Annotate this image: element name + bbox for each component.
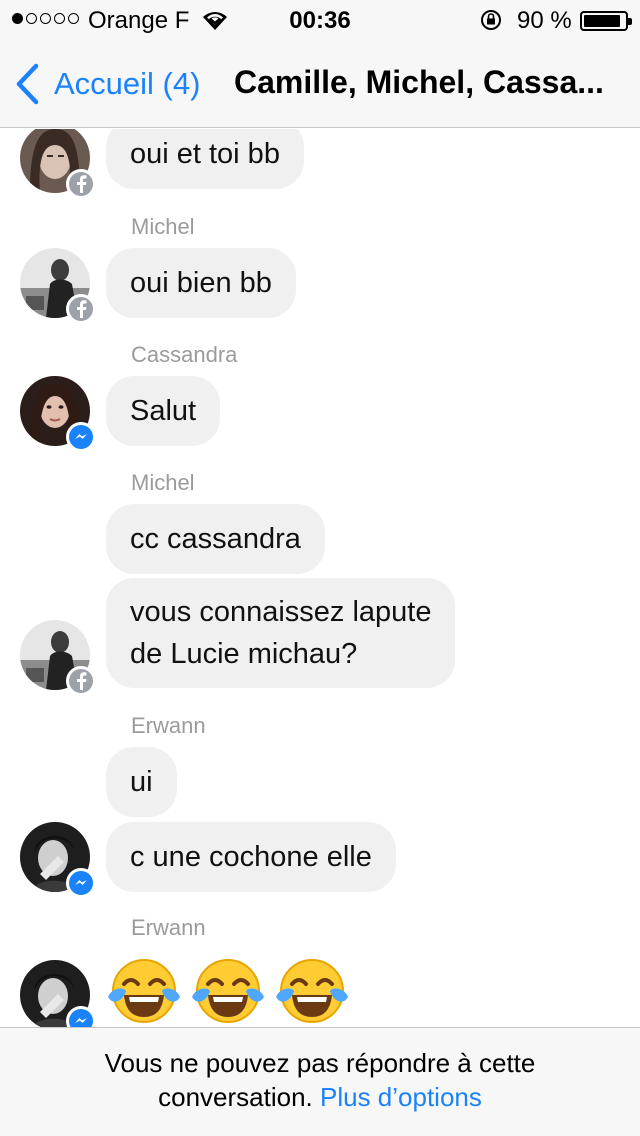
status-bar: Orange F 00:36 90 %	[0, 0, 640, 40]
battery-icon	[580, 11, 632, 31]
messenger-badge-icon	[66, 422, 96, 452]
back-button[interactable]: Accueil (4)	[14, 62, 200, 106]
footer-text-line2-prefix: conversation.	[158, 1082, 313, 1112]
sender-name: Michel	[131, 214, 195, 239]
message-bubble[interactable]: c une cochone elle	[106, 822, 396, 892]
message-bubble[interactable]: oui bien bb	[106, 248, 296, 318]
avatar-erwann[interactable]	[20, 822, 96, 898]
rotation-lock-icon	[481, 10, 501, 30]
avatar-michel[interactable]	[20, 248, 96, 324]
chevron-left-icon	[16, 63, 39, 105]
avatar-cassandra[interactable]	[20, 376, 96, 452]
battery-percentage: 90 %	[517, 7, 572, 34]
avatar-erwann[interactable]	[20, 960, 96, 1027]
sender-name: Erwann	[131, 713, 206, 738]
message-text: c une cochone elle	[130, 840, 372, 873]
message-text: Salut	[130, 394, 197, 427]
reply-disabled-footer: Vous ne pouvez pas répondre à cette conv…	[0, 1027, 640, 1136]
facebook-badge-icon	[66, 169, 96, 199]
tears-of-joy-emoji-icon	[188, 951, 268, 1027]
message-text: cc cassandra	[130, 522, 301, 555]
message-list[interactable]: oui et toi bb Michel oui bien bb Cassand…	[0, 129, 640, 1027]
tears-of-joy-emoji-icon	[104, 951, 184, 1027]
back-label: Accueil (4)	[54, 66, 201, 101]
avatar-michel[interactable]	[20, 620, 96, 696]
avatar-camille[interactable]	[20, 129, 96, 199]
message-bubble[interactable]: oui et toi bb	[106, 129, 304, 189]
footer-text-line1: Vous ne pouvez pas répondre à cette	[104, 1048, 536, 1078]
tears-of-joy-emoji-icon	[272, 951, 352, 1027]
sender-name: Michel	[131, 470, 195, 495]
message-text: ui	[130, 765, 153, 798]
navigation-bar: Accueil (4) Camille, Michel, Cassa...	[0, 40, 640, 128]
sender-name: Cassandra	[131, 342, 238, 367]
footer-text-line2: conversation. Plus d’options	[0, 1080, 640, 1114]
message-bubble[interactable]: Salut	[106, 376, 221, 446]
messenger-badge-icon	[66, 1006, 96, 1027]
facebook-badge-icon	[66, 666, 96, 696]
message-bubble[interactable]: ui	[106, 747, 177, 817]
message-text: oui bien bb	[130, 266, 272, 299]
conversation-title[interactable]: Camille, Michel, Cassa...	[234, 64, 630, 101]
message-bubble[interactable]: cc cassandra	[106, 504, 325, 574]
message-text-line: vous connaissez lapute	[130, 596, 432, 628]
emoji-message[interactable]	[104, 951, 352, 1027]
message-bubble[interactable]: vous connaissez lapute de Lucie michau?	[106, 578, 456, 688]
sender-name: Erwann	[131, 915, 206, 940]
messenger-badge-icon	[66, 868, 96, 898]
more-options-link[interactable]: Plus d’options	[320, 1082, 482, 1112]
message-text-line: de Lucie michau?	[130, 638, 358, 670]
facebook-badge-icon	[66, 294, 96, 324]
message-text: oui et toi bb	[130, 137, 280, 170]
